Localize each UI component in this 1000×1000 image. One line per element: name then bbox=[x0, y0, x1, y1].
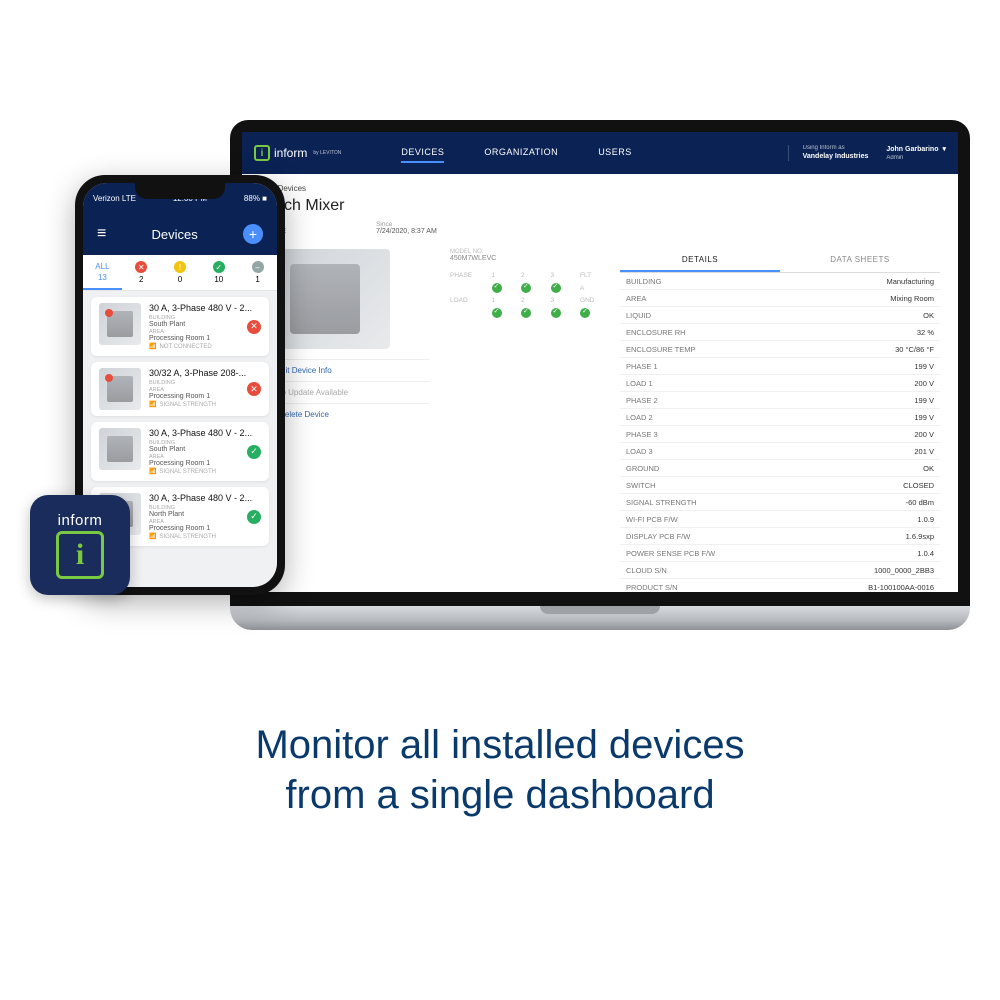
x-icon: ✕ bbox=[135, 261, 147, 273]
detail-row: LOAD 2199 V bbox=[620, 409, 940, 426]
app-icon-badge: inform i bbox=[30, 495, 130, 595]
detail-row: AREAMixing Room bbox=[620, 290, 940, 307]
alert-dot-icon bbox=[105, 374, 113, 382]
detail-row: CLOUD S/N1000_0000_2BB3 bbox=[620, 562, 940, 579]
wifi-icon: 📶 bbox=[149, 343, 156, 350]
nav-devices[interactable]: DEVICES bbox=[401, 143, 444, 163]
detail-row: PHASE 3200 V bbox=[620, 426, 940, 443]
nav-users[interactable]: USERS bbox=[598, 143, 632, 163]
device-thumb bbox=[99, 303, 141, 345]
logo-text: inform bbox=[274, 146, 307, 160]
tab-details[interactable]: DETAILS bbox=[620, 249, 780, 272]
status-icon: ✓ bbox=[247, 445, 261, 459]
laptop-base bbox=[230, 606, 970, 630]
filter-ok[interactable]: ✓10 bbox=[199, 255, 238, 290]
user-box[interactable]: Using Inform as Vandelay Industries John… bbox=[788, 145, 946, 161]
filter-all[interactable]: ALL13 bbox=[83, 255, 122, 290]
detail-row: PHASE 2199 V bbox=[620, 392, 940, 409]
detail-row: LOAD 3201 V bbox=[620, 443, 940, 460]
wifi-icon: 📶 bbox=[149, 401, 156, 408]
add-button[interactable]: + bbox=[243, 224, 263, 244]
mobile-title: Devices bbox=[152, 227, 198, 242]
wifi-icon: 📶 bbox=[149, 533, 156, 540]
marketing-tagline: Monitor all installed devices from a sin… bbox=[0, 720, 1000, 820]
logo-subtext: by LEVITON bbox=[313, 150, 341, 156]
tab-data-sheets[interactable]: DATA SHEETS bbox=[780, 249, 940, 272]
org-label: Using Inform as bbox=[803, 145, 869, 151]
card-title: 30 A, 3-Phase 480 V - 2... bbox=[149, 493, 261, 503]
filter-error[interactable]: ✕2 bbox=[122, 255, 161, 290]
alert-dot-icon bbox=[105, 309, 113, 317]
org-value: Vandelay Industries bbox=[803, 153, 869, 160]
detail-row: GROUNDOK bbox=[620, 460, 940, 477]
mobile-header: ≡ Devices + bbox=[83, 213, 277, 255]
back-link[interactable]: < All Devices bbox=[260, 184, 940, 193]
device-thumb bbox=[99, 368, 141, 410]
laptop-mockup: i inform by LEVITON DEVICES ORGANIZATION… bbox=[230, 120, 970, 630]
badge-logo-icon: i bbox=[56, 531, 104, 579]
top-bar: i inform by LEVITON DEVICES ORGANIZATION… bbox=[242, 132, 958, 174]
detail-row: SIGNAL STRENGTH-60 dBm bbox=[620, 494, 940, 511]
device-card[interactable]: 30/32 A, 3-Phase 208-...BUILDINGAREAProc… bbox=[91, 362, 269, 416]
card-title: 30 A, 3-Phase 480 V - 2... bbox=[149, 428, 261, 438]
status-icon: ✕ bbox=[247, 320, 261, 334]
detail-row: LOAD 1200 V bbox=[620, 375, 940, 392]
user-name: John Garbarino▾ bbox=[886, 145, 946, 153]
detail-row: ENCLOSURE RH32 % bbox=[620, 324, 940, 341]
detail-row: SWITCHCLOSED bbox=[620, 477, 940, 494]
logo-icon: i bbox=[254, 145, 270, 161]
detail-row: ENCLOSURE TEMP30 °C/86 °F bbox=[620, 341, 940, 358]
device-card[interactable]: 30 A, 3-Phase 480 V - 2...BUILDINGSouth … bbox=[91, 422, 269, 481]
status-icon: ✕ bbox=[247, 382, 261, 396]
signal-row: 📶SIGNAL STRENGTH bbox=[149, 401, 261, 408]
phase-grid: PHASE 1 2 3 FLT A LOAD 1 2 3 GND bbox=[450, 272, 600, 318]
phone-notch bbox=[135, 183, 225, 199]
wifi-icon: 📶 bbox=[149, 468, 156, 475]
model-block: MODEL NO. 450M7WLEVC bbox=[450, 249, 600, 262]
card-title: 30 A, 3-Phase 480 V - 2... bbox=[149, 303, 261, 313]
check-icon bbox=[492, 283, 502, 293]
signal-row: 📶NOT CONNECTED bbox=[149, 343, 261, 350]
check-icon: ✓ bbox=[213, 261, 225, 273]
device-thumb bbox=[99, 428, 141, 470]
signal-row: 📶SIGNAL STRENGTH bbox=[149, 533, 261, 540]
detail-row: WI-FI PCB F/W1.0.9 bbox=[620, 511, 940, 528]
warn-icon: ! bbox=[174, 261, 186, 273]
nav-organization[interactable]: ORGANIZATION bbox=[484, 143, 558, 163]
dash-icon: – bbox=[252, 261, 264, 273]
card-title: 30/32 A, 3-Phase 208-... bbox=[149, 368, 261, 378]
device-card[interactable]: 30 A, 3-Phase 480 V - 2...BUILDINGSouth … bbox=[91, 297, 269, 356]
desktop-app: i inform by LEVITON DEVICES ORGANIZATION… bbox=[242, 132, 958, 592]
filter-bar: ALL13 ✕2 !0 ✓10 –1 bbox=[83, 255, 277, 291]
detail-row: PHASE 1199 V bbox=[620, 358, 940, 375]
details-table: BUILDINGManufacturingAREAMixing RoomLIQU… bbox=[620, 273, 940, 592]
filter-warn[interactable]: !0 bbox=[161, 255, 200, 290]
since-block: Since7/24/2020, 8:37 AM bbox=[376, 221, 437, 235]
chevron-down-icon: ▾ bbox=[942, 146, 946, 153]
filter-offline[interactable]: –1 bbox=[238, 255, 277, 290]
detail-row: PRODUCT S/NB1-100100AA-0016 bbox=[620, 579, 940, 592]
no-update-button: ⟳No Update Available bbox=[260, 381, 430, 403]
detail-row: LIQUIDOK bbox=[620, 307, 940, 324]
main-nav: DEVICES ORGANIZATION USERS bbox=[401, 143, 631, 163]
user-role: Admin bbox=[886, 155, 946, 161]
detail-row: BUILDINGManufacturing bbox=[620, 273, 940, 290]
page-title: Batch Mixer bbox=[260, 197, 940, 215]
app-logo: i inform by LEVITON bbox=[254, 145, 341, 161]
edit-device-button[interactable]: ✎Edit Device Info bbox=[260, 359, 430, 381]
hamburger-icon[interactable]: ≡ bbox=[97, 225, 106, 243]
detail-row: DISPLAY PCB F/W1.6.9sxp bbox=[620, 528, 940, 545]
detail-row: POWER SENSE PCB F/W1.0.4 bbox=[620, 545, 940, 562]
delete-device-button[interactable]: 🗑Delete Device bbox=[260, 403, 430, 425]
status-icon: ✓ bbox=[247, 510, 261, 524]
signal-row: 📶SIGNAL STRENGTH bbox=[149, 468, 261, 475]
badge-text: inform bbox=[58, 512, 103, 529]
